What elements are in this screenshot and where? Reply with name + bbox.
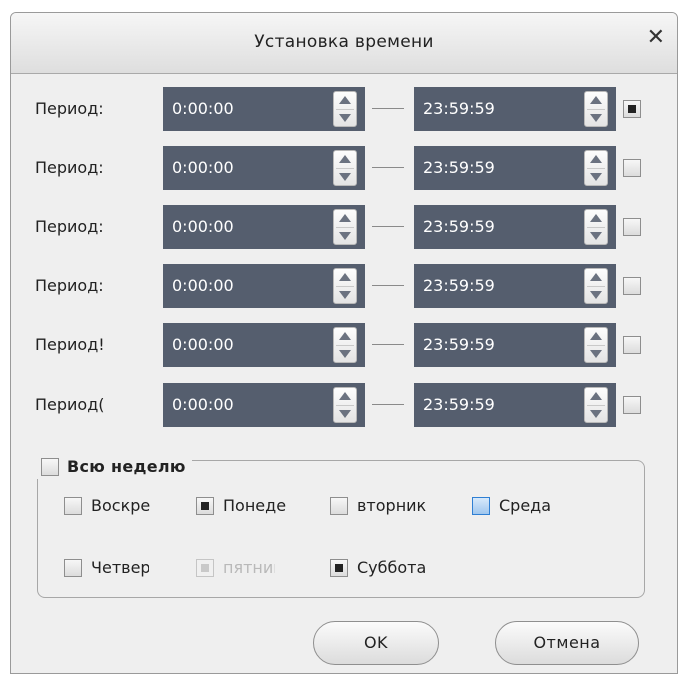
end-time-value: 23:59:59 (423, 276, 495, 295)
period-start-time-input[interactable]: 0:00:00 (163, 264, 365, 308)
spinner-up-down-icon[interactable] (333, 91, 357, 127)
day-checkbox[interactable] (196, 497, 214, 515)
day-checkbox[interactable] (64, 497, 82, 515)
day-label: Среда (499, 496, 552, 515)
start-time-value: 0:00:00 (172, 395, 234, 414)
whole-week-label: Всю неделю (67, 457, 186, 476)
period-end-time-input[interactable]: 23:59:59 (414, 323, 616, 367)
period-end-time-input[interactable]: 23:59:59 (414, 383, 616, 427)
period-end-time-input[interactable]: 23:59:59 (414, 146, 616, 190)
whole-week-toggle[interactable]: Всю неделю (37, 455, 192, 479)
period-label: Период! (35, 335, 105, 354)
day-label: вторник (357, 496, 427, 515)
end-time-value: 23:59:59 (423, 158, 495, 177)
day-label: Четверг (91, 558, 149, 577)
range-separator (372, 108, 404, 109)
range-separator (372, 344, 404, 345)
spinner-up-down-icon[interactable] (584, 268, 608, 304)
period-label: Период( (35, 395, 105, 414)
period-start-time-input[interactable]: 0:00:00 (163, 383, 365, 427)
spinner-up-down-icon[interactable] (333, 268, 357, 304)
period-row: Период: 0:00:00 23:59:59 (11, 264, 677, 308)
end-time-value: 23:59:59 (423, 99, 495, 118)
cancel-button[interactable]: Отмена (495, 621, 639, 665)
period-enable-checkbox[interactable] (623, 396, 641, 414)
spinner-up-down-icon[interactable] (584, 91, 608, 127)
range-separator (372, 285, 404, 286)
period-end-time-input[interactable]: 23:59:59 (414, 264, 616, 308)
day-checkbox[interactable] (330, 559, 348, 577)
title-bar: Установка времени ✕ (11, 13, 677, 74)
spinner-up-down-icon[interactable] (584, 209, 608, 245)
period-enable-checkbox[interactable] (623, 159, 641, 177)
day-checkbox[interactable] (472, 497, 490, 515)
period-enable-checkbox[interactable] (623, 100, 641, 118)
spinner-up-down-icon[interactable] (584, 327, 608, 363)
period-row: Период: 0:00:00 23:59:59 (11, 146, 677, 190)
period-start-time-input[interactable]: 0:00:00 (163, 323, 365, 367)
day-label: Суббота (357, 558, 427, 577)
start-time-value: 0:00:00 (172, 217, 234, 236)
period-label: Период: (35, 158, 104, 177)
period-enable-checkbox[interactable] (623, 277, 641, 295)
spinner-up-down-icon[interactable] (333, 387, 357, 423)
period-row: Период: 0:00:00 23:59:59 (11, 87, 677, 131)
close-icon[interactable]: ✕ (647, 27, 665, 49)
start-time-value: 0:00:00 (172, 158, 234, 177)
period-enable-checkbox[interactable] (623, 218, 641, 236)
spinner-up-down-icon[interactable] (584, 150, 608, 186)
dialog-title: Установка времени (254, 32, 434, 52)
start-time-value: 0:00:00 (172, 99, 234, 118)
period-label: Период: (35, 217, 104, 236)
period-enable-checkbox[interactable] (623, 336, 641, 354)
spinner-up-down-icon[interactable] (333, 209, 357, 245)
end-time-value: 23:59:59 (423, 395, 495, 414)
day-checkbox (196, 559, 214, 577)
spinner-up-down-icon[interactable] (333, 327, 357, 363)
start-time-value: 0:00:00 (172, 276, 234, 295)
end-time-value: 23:59:59 (423, 335, 495, 354)
period-label: Период: (35, 99, 104, 118)
day-checkbox[interactable] (330, 497, 348, 515)
range-separator (372, 167, 404, 168)
end-time-value: 23:59:59 (423, 217, 495, 236)
whole-week-checkbox[interactable] (41, 458, 59, 476)
day-label: пятниц: (223, 558, 275, 577)
spinner-up-down-icon[interactable] (333, 150, 357, 186)
period-start-time-input[interactable]: 0:00:00 (163, 87, 365, 131)
period-start-time-input[interactable]: 0:00:00 (163, 205, 365, 249)
range-separator (372, 404, 404, 405)
start-time-value: 0:00:00 (172, 335, 234, 354)
range-separator (372, 226, 404, 227)
day-label: Воскре (91, 496, 151, 515)
ok-button[interactable]: OK (313, 621, 439, 665)
period-end-time-input[interactable]: 23:59:59 (414, 205, 616, 249)
period-end-time-input[interactable]: 23:59:59 (414, 87, 616, 131)
period-row: Период( 0:00:00 23:59:59 (11, 383, 677, 427)
day-label: Понеде (223, 496, 287, 515)
period-row: Период! 0:00:00 23:59:59 (11, 323, 677, 367)
period-start-time-input[interactable]: 0:00:00 (163, 146, 365, 190)
time-settings-dialog: Установка времени ✕ Период: 0:00:00 23:59:… (10, 12, 678, 674)
spinner-up-down-icon[interactable] (584, 387, 608, 423)
day-checkbox[interactable] (64, 559, 82, 577)
period-row: Период: 0:00:00 23:59:59 (11, 205, 677, 249)
period-label: Период: (35, 276, 104, 295)
